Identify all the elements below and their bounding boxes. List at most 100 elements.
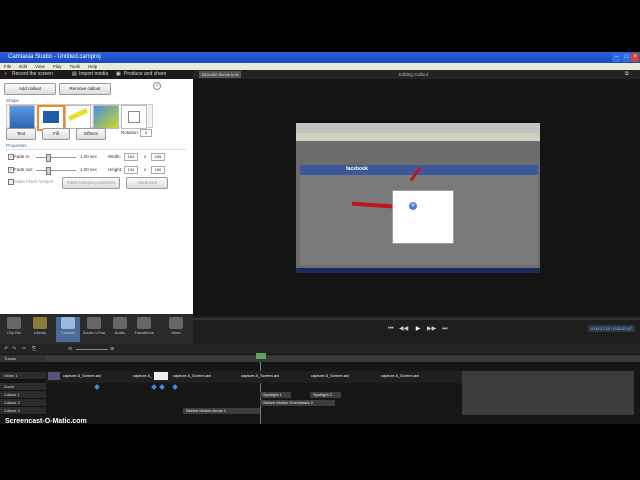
import-media-button[interactable]: Import media <box>79 70 108 79</box>
menu-file[interactable]: File <box>4 64 11 69</box>
fill-button[interactable]: Fill <box>42 128 70 140</box>
width-scale-input[interactable]: 255 <box>151 153 165 161</box>
text-button[interactable]: Text <box>6 128 36 140</box>
video-clip[interactable]: capture-5_Screen.avi <box>311 372 371 379</box>
import-icon: ▤ <box>72 71 77 77</box>
menu-help[interactable]: Help <box>88 64 97 69</box>
undo-icon[interactable]: ↶ <box>4 346 8 352</box>
width-input[interactable]: 163 <box>124 153 138 161</box>
move-handle-icon[interactable]: ✛ <box>409 202 417 210</box>
menu-tools[interactable]: Tools <box>69 64 80 69</box>
menu-view[interactable]: View <box>35 64 45 69</box>
preview-title: Editing Callout <box>399 72 429 77</box>
zoom-keyframe-icon[interactable] <box>151 384 157 390</box>
track-zoom[interactable]: Zoom <box>0 383 46 391</box>
close-button[interactable]: × <box>631 53 639 62</box>
tab-transitions[interactable]: Transitions <box>132 317 156 342</box>
effects-button[interactable]: Effects <box>76 128 106 140</box>
tab-zoom-n-pan[interactable]: Zoom-n-Pan <box>82 317 106 342</box>
previous-clip-icon[interactable]: ⏮ <box>387 326 395 333</box>
copy-icon[interactable]: ⎘ <box>32 346 36 352</box>
watermark: Screencast-O-Matic.com <box>5 418 87 425</box>
playhead-marker[interactable] <box>256 353 266 359</box>
clip-bin-label: Clip Bin <box>7 330 21 335</box>
spotlight-callout[interactable]: ✛ <box>392 190 454 244</box>
shape-highlight-blue[interactable] <box>9 105 35 129</box>
produce-share-button[interactable]: Produce and share <box>124 70 166 79</box>
cut-icon[interactable]: ✂ <box>22 346 26 352</box>
track-video-1[interactable]: Video 1 <box>0 372 46 380</box>
shape-blur[interactable] <box>93 105 119 129</box>
clip-thumbnail <box>48 372 60 380</box>
rotation-label: Rotation: <box>121 130 140 135</box>
rotation-input[interactable]: 0 <box>140 129 152 137</box>
transitions-label: Transitions <box>134 330 154 335</box>
tab-more[interactable]: More <box>164 317 188 342</box>
tab-library[interactable]: Library <box>28 317 52 342</box>
advanced-button-label: Advanced <box>136 180 157 185</box>
zoom-slider[interactable] <box>76 349 108 350</box>
track-callout-3[interactable]: Callout 3 <box>0 407 46 415</box>
zoom-in-icon[interactable]: ⊕ <box>110 346 114 352</box>
rewind-icon[interactable]: ◀◀ <box>399 326 408 333</box>
zoom-keyframe-icon[interactable] <box>94 384 100 390</box>
redo-icon[interactable]: ↷ <box>12 346 16 352</box>
fade-in-slider-handle[interactable] <box>46 154 51 162</box>
canvas-size-dropdown[interactable]: 640x480 Shrink to fit <box>199 71 242 78</box>
next-clip-icon[interactable]: ⏭ <box>441 326 449 333</box>
fade-in-slider[interactable] <box>36 157 76 158</box>
tab-audio[interactable]: Audio <box>108 317 132 342</box>
fade-out-slider[interactable] <box>36 170 76 171</box>
flash-properties-label: Flash hotspot properties <box>66 180 116 185</box>
record-screen-button[interactable]: Record the screen <box>12 70 53 79</box>
menu-play[interactable]: Play <box>53 64 62 69</box>
help-icon[interactable]: ? <box>153 82 161 90</box>
video-clip[interactable]: capture-5_ <box>133 372 153 379</box>
shape-highlighter[interactable] <box>65 105 91 129</box>
preview-frame: facebook ✛ <box>296 123 540 273</box>
add-callout-button[interactable]: Add callout <box>4 83 56 95</box>
video-clip[interactable]: capture-5_Screen.avi <box>381 372 441 379</box>
track-callout-2[interactable]: Callout 2 <box>0 399 46 407</box>
height-input[interactable]: 134 <box>124 166 138 174</box>
tab-clip-bin[interactable]: Clip Bin <box>2 317 26 342</box>
play-icon[interactable]: ▶ <box>413 326 423 333</box>
tab-callouts[interactable]: Callouts <box>56 317 80 342</box>
clip-bin-icon <box>7 317 21 329</box>
menu-edit[interactable]: Edit <box>19 64 27 69</box>
remove-callout-button[interactable]: Remove callout <box>59 83 111 95</box>
menu-bar: File Edit View Play Tools Help <box>0 63 640 70</box>
zoom-out-icon[interactable]: ⊖ <box>68 346 72 352</box>
fast-forward-icon[interactable]: ▶▶ <box>427 326 436 333</box>
remove-callout-label: Remove callout <box>69 86 101 91</box>
track-video-1-label: Video 1 <box>4 373 18 378</box>
library-label: Library <box>33 330 47 335</box>
height-scale-input[interactable]: 150 <box>151 166 165 174</box>
maximize-button[interactable]: □ <box>622 53 631 62</box>
track-callout-1[interactable]: Callout 1 <box>0 391 46 399</box>
zoom-keyframe-icon[interactable] <box>172 384 178 390</box>
timeline: ↶ ↷ ✂ ⎘ ⊖ ⊕ Tracks Video 1 Zoom Callout … <box>0 344 640 424</box>
zoom-n-pan-label: Zoom-n-Pan <box>82 330 106 335</box>
callout-clip-checkmark[interactable]: Sketch Motion Checkmark 2 <box>260 400 335 406</box>
minimize-button[interactable]: – <box>612 53 621 62</box>
video-clip[interactable]: capture-5_Screen.avi <box>241 372 301 379</box>
time-ruler <box>46 355 640 362</box>
preview-header: 640x480 Shrink to fit Editing Callout ⧉ <box>193 70 640 79</box>
callout-clip-arrow[interactable]: Sketch Motion Arrow 1 <box>183 408 260 414</box>
fade-out-slider-handle[interactable] <box>46 167 51 175</box>
video-clip[interactable]: capture-5_Screen.avi <box>63 372 123 379</box>
callout-clip-spotlight-2[interactable]: Spotlight 2 <box>310 392 341 398</box>
detach-icon[interactable]: ⧉ <box>625 71 629 77</box>
transitions-icon <box>137 317 151 329</box>
zoom-keyframe-icon[interactable] <box>159 384 165 390</box>
flash-properties-button[interactable]: Flash hotspot properties <box>62 177 120 189</box>
callout-clip-spotlight-1[interactable]: Spotlight 1 <box>260 392 291 398</box>
hotspot-swatch <box>128 111 140 123</box>
advanced-button[interactable]: Advanced <box>126 177 168 189</box>
video-clip[interactable]: capture-5_Screen.avi <box>173 372 233 379</box>
window-title: Camtasia Studio - Untitled.camproj <box>8 54 101 60</box>
callouts-label: Callouts <box>60 330 76 335</box>
scrub-bar[interactable] <box>193 318 640 320</box>
shape-hotspot[interactable] <box>121 105 147 129</box>
